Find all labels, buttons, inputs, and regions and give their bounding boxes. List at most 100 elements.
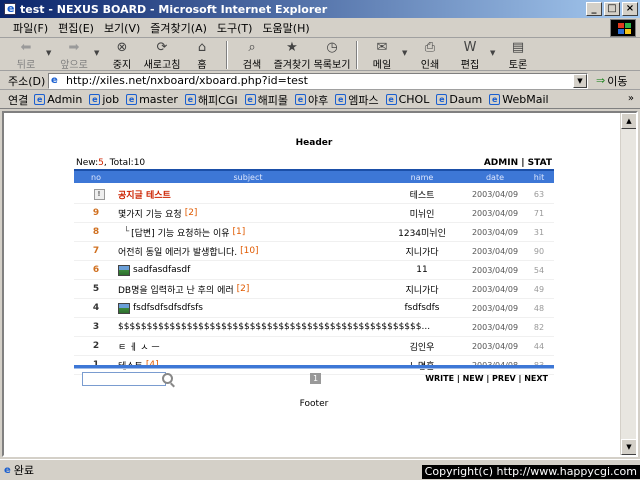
table-row: 9 몇가지 기능 요청 [2] 미뉘인 2003/04/09 71: [74, 204, 554, 223]
refresh-button[interactable]: ⟳ 새로고침: [142, 39, 182, 71]
row-subject[interactable]: $$$$$$$$$$$$$$$$$$$$$$$$$$$$$$$$$$$$$$$$…: [118, 322, 466, 332]
menu-help[interactable]: 도움말(H): [257, 20, 314, 36]
link-daum[interactable]: e Daum: [436, 93, 482, 106]
row-name[interactable]: 테스트: [378, 188, 466, 201]
link-page-icon: e: [184, 94, 196, 105]
favorites-button[interactable]: ★ 즐겨찾기: [272, 39, 312, 71]
scroll-down-icon[interactable]: ▼: [621, 439, 636, 455]
menu-view[interactable]: 보기(V): [99, 20, 145, 36]
address-dropdown-icon[interactable]: ▼: [573, 73, 587, 88]
link-page-icon: e: [244, 94, 256, 105]
link-admin[interactable]: e Admin: [34, 93, 82, 106]
row-no: 6: [92, 265, 100, 275]
row-subject[interactable]: 몇가지 기능 요청 [2]: [118, 207, 378, 220]
comment-count: [2]: [236, 284, 250, 294]
row-name[interactable]: 지니가다: [378, 245, 466, 258]
back-dropdown-icon[interactable]: ▼: [46, 49, 54, 57]
row-subject[interactable]: └ [답변] 기능 요청하는 이유 [1]: [118, 226, 378, 239]
discuss-button[interactable]: ▤ 토론: [498, 39, 538, 71]
link-master[interactable]: e master: [126, 93, 178, 106]
status-text: 완료: [13, 464, 35, 477]
menu-edit[interactable]: 편집(E): [53, 20, 99, 36]
address-input[interactable]: e http://xiles.net/nxboard/xboard.php?id…: [48, 72, 588, 89]
comment-count: [2]: [184, 208, 198, 218]
toolbar: ⬅ 뒤로 ▼ ➡ 앞으로 ▼ ⊗ 중지 ⟳ 새로고침 ⌂ 홈 ⌕ 검색 ★ 즐겨…: [0, 39, 640, 71]
forward-dropdown-icon[interactable]: ▼: [94, 49, 102, 57]
windows-logo-icon: [610, 19, 636, 37]
address-label: 주소(D): [8, 74, 46, 88]
links-label: 연결: [8, 93, 29, 107]
menu-favorites[interactable]: 즐겨찾기(A): [145, 20, 212, 36]
link-job[interactable]: e job: [89, 93, 119, 106]
table-row: 6 sadfasdfasdf 11 2003/04/09 54: [74, 261, 554, 280]
reply-icon: └: [118, 227, 130, 237]
stop-button[interactable]: ⊗ 중지: [102, 39, 142, 71]
link-webmail[interactable]: e WebMail: [489, 93, 549, 106]
row-subject[interactable]: sadfasdfasdf: [118, 264, 378, 276]
vertical-scrollbar[interactable]: ▲ ▼: [620, 113, 636, 455]
edit-dropdown-icon[interactable]: ▼: [490, 49, 498, 57]
row-hit: 54: [533, 265, 545, 275]
scroll-up-icon[interactable]: ▲: [621, 113, 636, 129]
forward-button[interactable]: ➡ 앞으로: [54, 39, 94, 71]
column-name: name: [410, 172, 434, 182]
print-button[interactable]: ⎙ 인쇄: [410, 39, 450, 71]
back-button[interactable]: ⬅ 뒤로: [6, 39, 46, 71]
row-no: 4: [92, 303, 100, 313]
board-header: Header: [295, 138, 333, 148]
row-name[interactable]: 지니가다: [378, 283, 466, 296]
row-name[interactable]: 미뉘인: [378, 207, 466, 220]
page-number[interactable]: 1: [310, 373, 321, 384]
link-chol[interactable]: e CHOL: [385, 93, 429, 106]
menu-tools[interactable]: 도구(T): [212, 20, 258, 36]
home-icon: ⌂: [197, 40, 207, 55]
link-happycgi[interactable]: e 해피CGI: [184, 92, 238, 108]
search-button[interactable]: ⌕ 검색: [232, 39, 272, 71]
row-subject[interactable]: fsdfsdfsdfsdfsfs: [118, 302, 378, 314]
mail-dropdown-icon[interactable]: ▼: [402, 49, 410, 57]
maximize-button[interactable]: □: [604, 2, 620, 16]
table-header: no subject name date hit: [74, 169, 554, 183]
minimize-button[interactable]: _: [586, 2, 602, 16]
home-button[interactable]: ⌂ 홈: [182, 39, 222, 71]
row-date: 2003/04/09: [471, 208, 519, 218]
close-button[interactable]: ×: [622, 2, 638, 16]
board-info: New:5, Total:10 ADMIN | STAT: [76, 158, 552, 168]
row-subject[interactable]: 공지글 테스트: [118, 188, 378, 201]
history-button[interactable]: ◷ 목록보기: [312, 39, 352, 71]
row-name[interactable]: 11: [378, 265, 466, 275]
search-icon[interactable]: [162, 373, 173, 384]
go-button[interactable]: ⇒ 이동: [596, 73, 627, 89]
links-more-icon[interactable]: »: [628, 93, 634, 104]
discuss-icon: ▤: [511, 40, 525, 55]
column-date: date: [485, 172, 505, 182]
row-name[interactable]: 김인우: [378, 340, 466, 353]
row-subject[interactable]: 어전히 동일 에러가 발생합니다. [10]: [118, 245, 378, 258]
menu-file[interactable]: 파일(F): [8, 20, 53, 36]
table-row: 3 $$$$$$$$$$$$$$$$$$$$$$$$$$$$$$$$$$$$$$…: [74, 318, 554, 337]
table-row: 5 DB명을 입력하고 난 후의 에러 [2] 지니가다 2003/04/09 4…: [74, 280, 554, 299]
link-page-icon: e: [294, 94, 306, 105]
comment-count: [10]: [240, 246, 259, 256]
address-url[interactable]: http://xiles.net/nxboard/xboard.php?id=t…: [66, 74, 308, 87]
row-date: 2003/04/09: [471, 322, 519, 332]
link-yahoo[interactable]: e 야후: [294, 92, 328, 108]
link-page-icon: e: [335, 94, 347, 105]
link-page-icon: e: [89, 94, 101, 105]
search-input[interactable]: [82, 372, 173, 386]
link-empas[interactable]: e 엠파스: [335, 92, 379, 108]
row-subject[interactable]: DB명을 입력하고 난 후의 에러 [2]: [118, 283, 378, 296]
board-nav-links[interactable]: WRITE | NEW | PREV | NEXT: [425, 374, 548, 383]
link-happymall[interactable]: e 해피몰: [244, 92, 288, 108]
row-name[interactable]: 1234미뉘인: [378, 226, 466, 239]
title-bar: test - NEXUS BOARD - Microsoft Internet …: [0, 0, 640, 18]
row-name[interactable]: fsdfsdfs: [378, 303, 466, 313]
edit-button[interactable]: W 편집: [450, 39, 490, 71]
menu-bar: 파일(F) 편집(E) 보기(V) 즐겨찾기(A) 도구(T) 도움말(H): [0, 18, 640, 38]
edit-icon: W: [463, 40, 477, 55]
table-row: 4 fsdfsdfsdfsdfsfs fsdfsdfs 2003/04/09 4…: [74, 299, 554, 318]
admin-stat-links[interactable]: ADMIN | STAT: [484, 158, 552, 168]
row-subject[interactable]: ㅌ ㅔ ㅅ ㅡ: [118, 340, 378, 353]
window-title: test - NEXUS BOARD - Microsoft Internet …: [20, 2, 328, 16]
mail-button[interactable]: ✉ 메일: [362, 39, 402, 71]
